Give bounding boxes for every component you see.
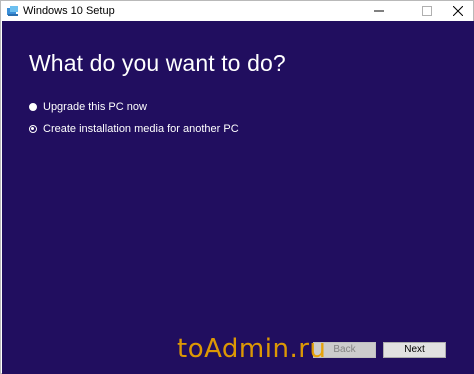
option-upgrade-pc[interactable]: Upgrade this PC now bbox=[29, 100, 147, 114]
maximize-icon bbox=[422, 6, 432, 16]
option-label: Create installation media for another PC bbox=[43, 123, 239, 135]
maximize-button[interactable] bbox=[412, 1, 442, 21]
title-bar[interactable]: Windows 10 Setup bbox=[1, 1, 473, 21]
window-title: Windows 10 Setup bbox=[23, 5, 115, 17]
radio-upgrade-pc[interactable] bbox=[29, 103, 37, 111]
minimize-button[interactable] bbox=[364, 1, 394, 21]
page-title: What do you want to do? bbox=[29, 50, 286, 76]
watermark-text: toAdmin.ru bbox=[177, 334, 327, 364]
next-button[interactable]: Next bbox=[383, 342, 446, 358]
setup-window: Windows 10 Setup What do you want to do?… bbox=[0, 0, 474, 374]
close-button[interactable] bbox=[443, 1, 473, 21]
option-label: Upgrade this PC now bbox=[43, 101, 147, 113]
close-icon bbox=[453, 6, 463, 16]
setup-content: What do you want to do? Upgrade this PC … bbox=[2, 21, 474, 352]
option-create-media[interactable]: Create installation media for another PC bbox=[29, 122, 239, 136]
radio-create-media[interactable] bbox=[29, 125, 37, 133]
minimize-icon bbox=[374, 10, 384, 12]
setup-app-icon bbox=[7, 6, 18, 16]
